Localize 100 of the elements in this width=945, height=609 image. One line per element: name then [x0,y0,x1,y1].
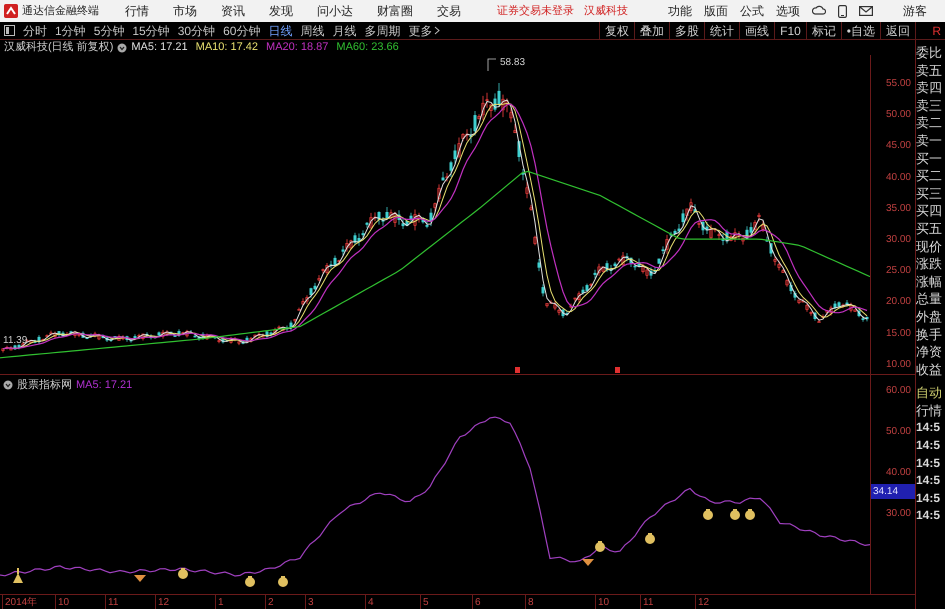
menu-item[interactable]: 市场 [173,2,197,20]
price-tick: 40.00 [886,170,911,185]
date-tick: 4 [365,595,374,609]
period-tab[interactable]: 多周期 [360,22,404,40]
edge-letter: R [915,22,945,40]
price-tick: 25.00 [886,264,911,278]
mode-label[interactable]: 自动 [916,384,945,402]
diamond-icon [582,559,594,566]
quote-label: 收益 [916,360,943,378]
time-label: 14:5 [916,472,942,490]
date-tick: 11 [640,595,654,609]
price-tick: 50.00 [886,108,911,122]
quote-label: 总量 [916,290,943,308]
quote-label: 买一 [916,150,943,168]
toolbar-button[interactable]: 复权 [599,22,634,39]
time-label: 14:5 [916,490,942,507]
toolbar-button[interactable]: •自选 [840,22,880,39]
period-tab[interactable]: 日线 [264,22,296,40]
date-tick: 10 [595,595,610,609]
logo-icon [4,4,18,18]
period-tab[interactable]: 30分钟 [174,22,220,40]
login-notice[interactable]: 证券交易未登录 [497,2,574,20]
mode-label[interactable]: 行情 [916,402,945,420]
quote-label: 卖一 [916,132,943,150]
time-label: 14:5 [916,419,942,436]
date-tick: 2014年 [2,595,38,609]
price-tick: 10.00 [886,358,911,372]
quote-label: 买二 [916,167,943,185]
toolbar-button[interactable]: 画线 [739,22,774,39]
date-tick: 1 [215,595,224,609]
value-tick: 40.00 [886,466,911,480]
value-tick: 50.00 [886,425,911,439]
indicator-value: MA5: 17.21 [76,378,132,393]
period-tab[interactable]: 60分钟 [219,22,264,40]
money-bag-icon [595,541,605,552]
settings-icon[interactable] [3,380,13,390]
period-tab[interactable]: 5分钟 [90,22,128,40]
period-tab[interactable]: 更多 [404,22,444,40]
stock-name: 汉威科技 [584,4,628,19]
quote-label: 换手 [916,326,943,344]
quote-label: 卖四 [916,79,943,97]
value-tick: 30.00 [886,507,911,521]
flask-icon [13,568,23,583]
date-tick: 12 [695,595,710,609]
date-tick: 11 [105,595,118,609]
quote-label: 卖三 [916,96,943,114]
leader-line [488,58,496,72]
price-tick: 45.00 [886,139,911,154]
cloud-icon[interactable] [812,5,826,17]
menu-item[interactable]: 财富圈 [377,2,413,20]
date-tick: 6 [472,595,481,609]
menu-item[interactable]: 版面 [704,2,728,20]
menu-item[interactable]: 选项 [776,2,800,20]
date-tick: 5 [420,595,429,609]
period-tab[interactable]: 15分钟 [128,22,174,40]
quote-label: 买三 [916,184,943,202]
quote-label: 卖五 [916,62,943,80]
quote-label: 外盘 [916,308,943,326]
period-tab[interactable]: 分时 [19,22,51,40]
menu-item[interactable]: 公式 [740,2,764,20]
date-tick: 10 [55,595,70,609]
toolbar-button[interactable]: 多股 [669,22,704,39]
price-tick: 30.00 [886,233,911,247]
toolbar-button[interactable]: 标记 [806,22,841,39]
panel-toggle-icon[interactable] [4,25,15,36]
chevron-right-icon [434,26,440,35]
indicator-value: MA10: 17.42 [196,40,258,56]
indicator-title: 股票指标网 [17,378,72,393]
price-tick: 35.00 [886,202,911,216]
toolbar-button[interactable]: 统计 [704,22,740,39]
money-bag-icon [730,509,740,520]
settings-icon[interactable] [117,42,128,52]
time-label: 14:5 [916,437,942,454]
menu-item[interactable]: 资讯 [221,2,245,20]
toolbar-button[interactable]: F10 [774,22,806,39]
menu-item[interactable]: 功能 [668,2,692,20]
diamond-icon [134,575,146,582]
menu-item[interactable]: 交易 [437,2,461,20]
quote-label: 买五 [916,220,943,238]
period-tab[interactable]: 月线 [328,22,360,40]
money-bag-icon [745,509,755,520]
mail-icon[interactable] [859,6,873,16]
menu-item[interactable]: 发现 [269,2,293,20]
period-tab[interactable]: 1分钟 [51,22,90,40]
toolbar-button[interactable]: 叠加 [634,22,670,39]
menu-item[interactable]: 问小达 [317,2,353,20]
phone-icon[interactable] [838,4,847,18]
high-price-label: 58.83 [500,56,526,70]
date-tick: 3 [305,595,314,609]
indicator-value: MA20: 18.87 [266,40,328,56]
menu-item[interactable]: 行情 [125,2,149,20]
quote-label: 委比 [916,44,943,62]
period-tab[interactable]: 周线 [296,22,328,40]
money-bag-icon [245,576,255,587]
marker-icon [515,367,520,373]
user-label[interactable]: 游客 [903,2,927,20]
money-bag-icon [178,568,188,579]
current-value-label: 34.14 [871,484,915,499]
indicator-value: MA5: 17.21 [131,40,188,56]
toolbar-button[interactable]: 返回 [880,22,915,39]
